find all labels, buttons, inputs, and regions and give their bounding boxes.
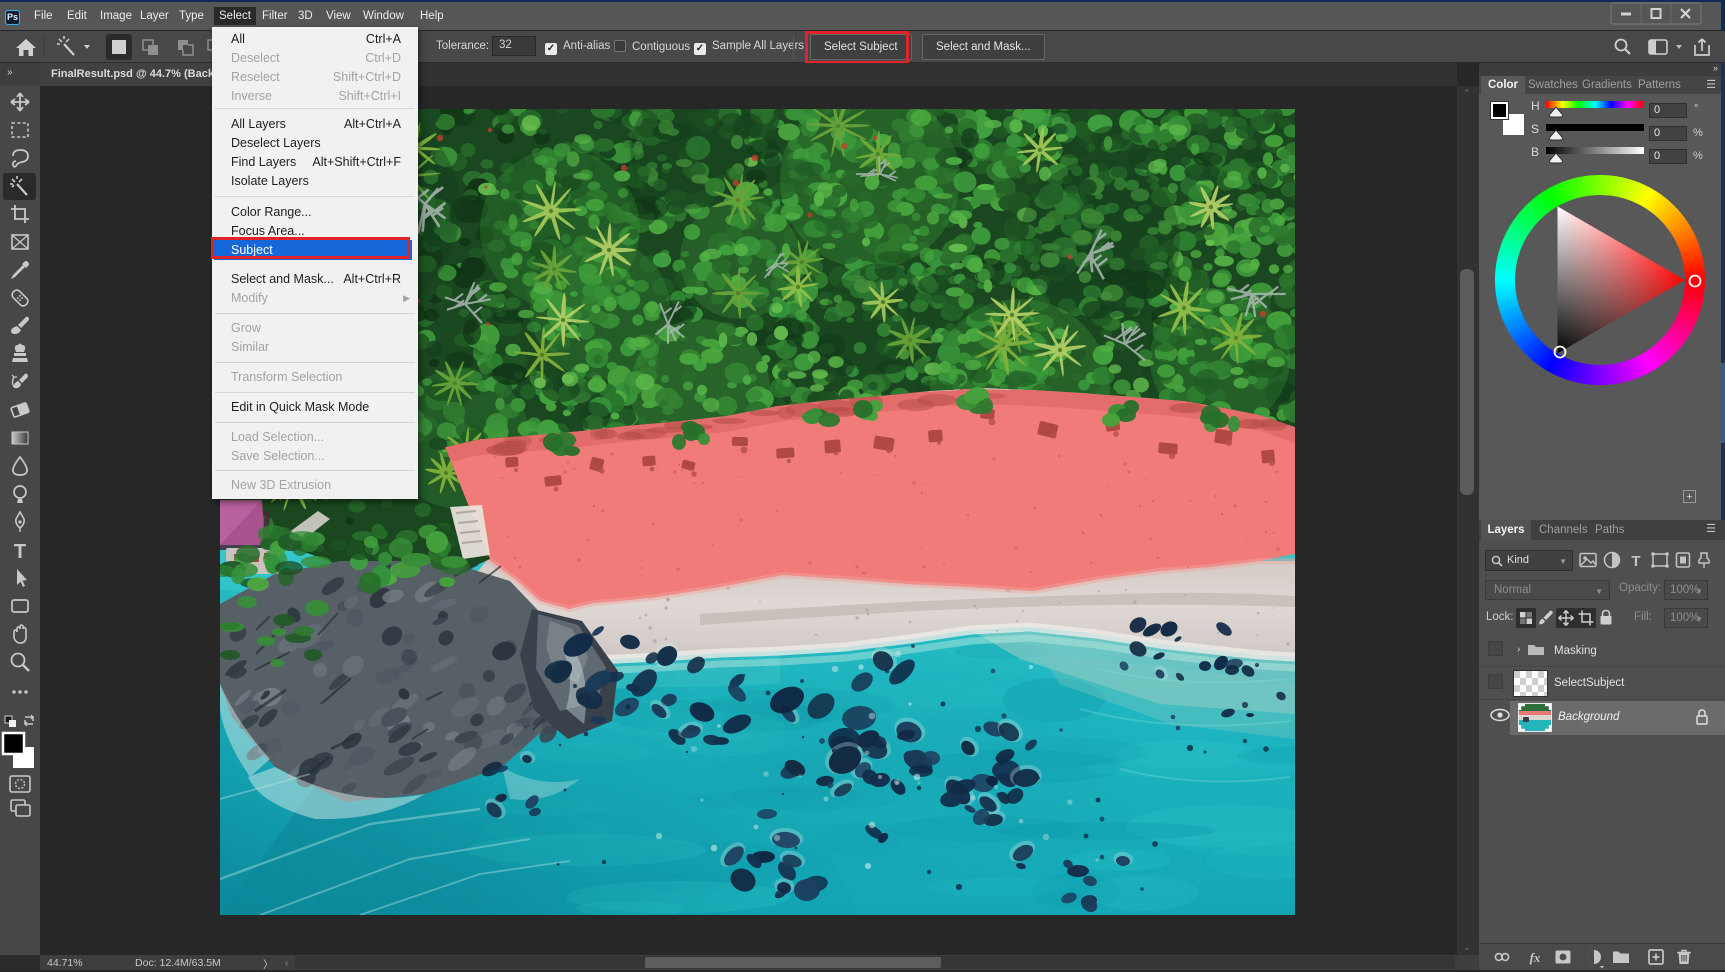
svg-text:T: T bbox=[14, 541, 26, 563]
